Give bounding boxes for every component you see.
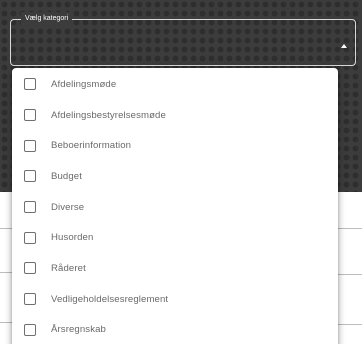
background-divider bbox=[0, 228, 12, 229]
checkbox-unchecked-icon[interactable] bbox=[24, 139, 36, 152]
checkbox-unchecked-icon[interactable] bbox=[24, 262, 36, 275]
menu-item-afdelingsmode[interactable]: Afdelingsmøde bbox=[12, 69, 338, 100]
menu-item-label: Afdelingsbestyrelsesmøde bbox=[51, 109, 166, 121]
menu-item-label: Husorden bbox=[51, 232, 94, 244]
menu-item-afdelingsbestyrelsesmode[interactable]: Afdelingsbestyrelsesmøde bbox=[12, 100, 338, 131]
category-select-label: Vælg kategori bbox=[21, 12, 73, 26]
menu-item-diverse[interactable]: Diverse bbox=[12, 192, 338, 223]
checkbox-unchecked-icon[interactable] bbox=[24, 78, 36, 91]
menu-item-vedligeholdelsesreglement[interactable]: Vedligeholdelsesreglement bbox=[12, 284, 338, 315]
menu-item-arsregnskab[interactable]: Årsregnskab bbox=[12, 315, 338, 344]
background-divider bbox=[0, 272, 12, 273]
menu-item-label: Beboerinformation bbox=[51, 140, 132, 152]
checkbox-unchecked-icon[interactable] bbox=[24, 231, 36, 244]
menu-item-husorden[interactable]: Husorden bbox=[12, 222, 338, 253]
checkbox-unchecked-icon[interactable] bbox=[24, 293, 36, 306]
menu-item-label: Afdelingsmøde bbox=[51, 78, 117, 90]
background-divider bbox=[338, 324, 362, 325]
menu-item-label: Årsregnskab bbox=[51, 324, 106, 336]
checkbox-unchecked-icon[interactable] bbox=[24, 109, 36, 122]
category-select[interactable]: Vælg kategori bbox=[10, 12, 356, 66]
category-dropdown-menu: Afdelingsmøde Afdelingsbestyrelsesmøde B… bbox=[12, 68, 338, 344]
menu-item-budget[interactable]: Budget bbox=[12, 161, 338, 192]
background-divider bbox=[338, 274, 362, 275]
menu-item-raderet[interactable]: Råderet bbox=[12, 253, 338, 284]
menu-item-beboerinformation[interactable]: Beboerinformation bbox=[12, 130, 338, 161]
background-divider bbox=[338, 228, 362, 229]
checkbox-unchecked-icon[interactable] bbox=[24, 323, 36, 336]
background-divider bbox=[0, 322, 12, 323]
menu-item-label: Råderet bbox=[51, 262, 86, 274]
arrow-up-icon[interactable] bbox=[341, 44, 347, 48]
menu-item-label: Diverse bbox=[51, 201, 85, 213]
checkbox-unchecked-icon[interactable] bbox=[24, 170, 36, 183]
menu-item-label: Vedligeholdelsesreglement bbox=[51, 293, 169, 305]
menu-item-label: Budget bbox=[51, 170, 83, 182]
checkbox-unchecked-icon[interactable] bbox=[24, 201, 36, 214]
